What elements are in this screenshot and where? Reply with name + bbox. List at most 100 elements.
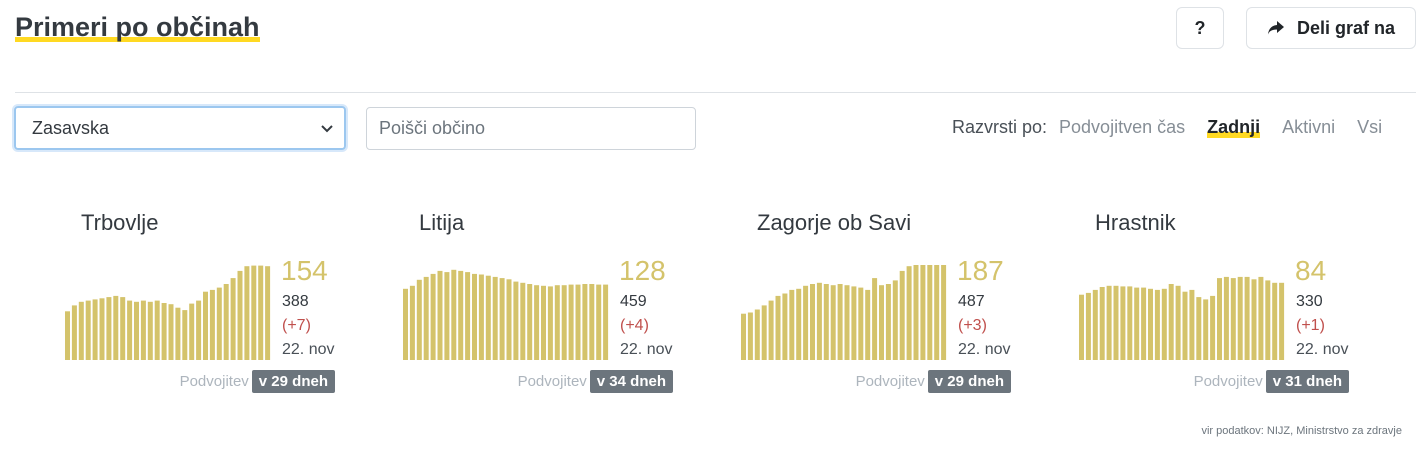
trend-bar [520,282,526,360]
trend-bar [913,265,919,360]
daily-change-value: (+4) [620,317,649,334]
trend-bar [416,279,422,360]
trend-bar [230,278,236,360]
trend-bar [451,269,457,360]
total-cases-value: 487 [958,293,985,310]
trend-bar [1148,288,1153,360]
trend-bar [403,288,408,360]
doubling-indicator: Podvojitev v 29 dneh [180,370,335,393]
trend-bar [127,300,133,360]
trend-bar [237,270,243,360]
trend-bar [541,285,546,360]
doubling-indicator: Podvojitev v 29 dneh [856,370,1011,393]
share-button[interactable]: Deli graf na [1246,7,1416,49]
trend-bar [885,284,891,360]
trend-bar [444,272,450,360]
sort-option-active[interactable]: Aktivni [1282,117,1335,138]
doubling-label: Podvojitev [855,373,925,390]
share-button-label: Deli graf na [1296,17,1396,38]
municipality-name: Zagorje ob Savi [757,210,912,235]
trend-bar [120,297,126,360]
trend-bar [465,272,471,360]
doubling-value-badge: v 34 dneh [589,370,673,393]
doubling-indicator: Podvojitev v 34 dneh [518,370,673,393]
trend-bar [1141,287,1147,360]
trend-bar [816,282,822,360]
doubling-label: Podvojitev [517,373,587,390]
trend-bar [492,276,498,360]
daily-change-value: (+1) [1296,317,1325,334]
trend-bar [872,278,878,360]
trend-bar [196,300,202,360]
sort-option-all[interactable]: Vsi [1357,117,1382,138]
trend-bar [485,275,491,360]
trend-bar [761,305,767,360]
sort-option-doubling-time[interactable]: Podvojitven čas [1059,117,1185,138]
trend-bar [603,284,609,360]
trend-bar [106,297,112,360]
doubling-label: Podvojitev [179,373,249,390]
trend-bar [458,270,464,360]
trend-bar [1251,279,1257,360]
help-button[interactable]: ? [1176,7,1224,49]
trend-bar [879,285,884,360]
trend-bar [1210,295,1216,360]
trend-bar [554,285,560,360]
trend-bar [513,281,519,360]
trend-bar [775,295,781,360]
trend-bar [865,289,871,360]
doubling-indicator: Podvojitev v 31 dneh [1194,370,1349,393]
doubling-value-badge: v 31 dneh [1265,370,1349,393]
municipality-search-input[interactable] [366,107,696,150]
trend-bar [78,301,84,360]
trend-bar [547,286,553,360]
active-cases-value: 187 [957,255,1004,286]
trend-bar [1182,291,1188,360]
active-cases-value: 128 [619,255,666,286]
trend-bar [810,284,815,360]
trend-bar [1113,285,1119,360]
trend-bar [1079,294,1084,360]
region-select[interactable]: Zasavska [14,106,346,150]
trend-bar [1237,276,1243,360]
trend-bar-chart [1079,276,1285,360]
trend-bar [747,312,753,360]
daily-change-value: (+3) [958,317,987,334]
trend-bar [837,284,843,360]
data-source-note: vir podatkov: NIJZ, Ministrstvo za zdrav… [1201,425,1402,437]
trend-bar [596,284,602,360]
total-cases-value: 388 [282,293,309,310]
trend-bar [1127,286,1133,360]
trend-bar [140,300,146,360]
trend-bar [189,303,195,360]
share-arrow-icon [1267,21,1284,35]
trend-bar [99,298,105,360]
trend-bar [858,287,864,360]
trend-bar [803,285,809,360]
trend-bar [258,265,264,360]
trend-bar [1168,284,1174,360]
trend-bar-chart [65,265,271,360]
trend-bar [1085,292,1091,360]
doubling-label: Podvojitev [1193,373,1263,390]
municipality-card: Litija 128 459 (+4) 22. nov Podvojitev v… [403,205,683,405]
trend-bar [823,284,829,360]
last-update-date: 22. nov [1296,341,1349,358]
trend-bar [892,280,898,360]
trend-bar [1196,297,1202,360]
trend-bar-chart [741,265,947,360]
trend-bar [168,304,174,360]
trend-bar [216,287,222,360]
trend-bar [1120,286,1126,360]
trend-bar [534,285,540,360]
trend-bar [1203,299,1209,360]
trend-bar [499,278,505,360]
region-select-value: Zasavska [32,117,110,138]
sort-label: Razvrsti po: [952,117,1048,137]
trend-bar [134,301,139,360]
sort-option-latest[interactable]: Zadnji [1207,117,1260,138]
trend-bar [1154,289,1160,360]
trend-bar [506,279,512,360]
trend-bar [1217,278,1222,360]
trend-bar [478,274,484,360]
